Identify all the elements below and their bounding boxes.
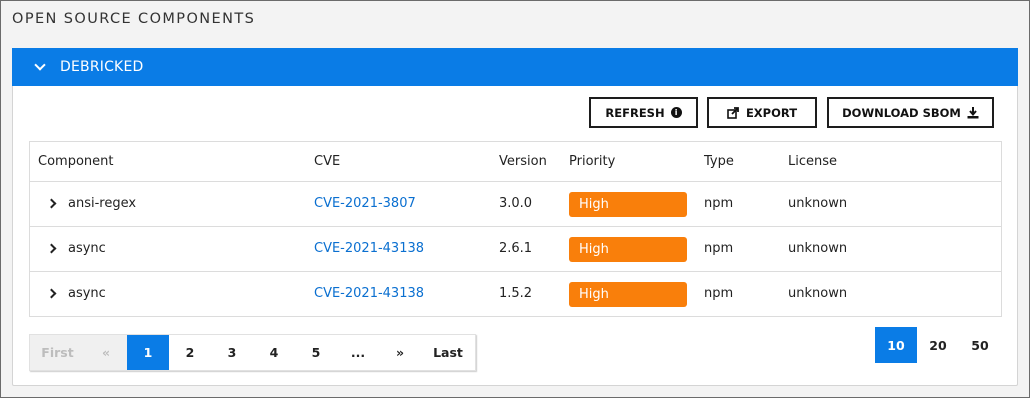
refresh-button[interactable]: REFRESH i — [589, 97, 698, 128]
license-value: unknown — [788, 286, 848, 301]
page-5[interactable]: 5 — [295, 335, 337, 370]
chevron-right-icon[interactable] — [46, 198, 57, 209]
page-last[interactable]: Last — [421, 335, 475, 370]
type-value: npm — [704, 286, 734, 301]
priority-badge: High — [569, 237, 687, 262]
page-3[interactable]: 3 — [211, 335, 253, 370]
header-type[interactable]: Type — [704, 154, 734, 169]
cve-link[interactable]: CVE-2021-3807 — [314, 196, 416, 211]
panel-header[interactable]: DEBRICKED — [12, 48, 1018, 86]
info-icon: i — [670, 107, 682, 118]
window-frame: OPEN SOURCE COMPONENTS DEBRICKED REFRESH… — [0, 0, 1030, 398]
chevron-right-icon[interactable] — [46, 288, 57, 299]
pagination: First « 1 2 3 4 5 ... » Last — [29, 334, 476, 371]
page-ellipsis[interactable]: ... — [337, 335, 379, 370]
type-value: npm — [704, 241, 734, 256]
page-4[interactable]: 4 — [253, 335, 295, 370]
components-table: Component CVE Version Priority Type Lice… — [29, 141, 1002, 317]
page-size-10[interactable]: 10 — [875, 327, 917, 363]
panel-title: DEBRICKED — [60, 59, 144, 75]
header-version[interactable]: Version — [499, 154, 547, 169]
header-component[interactable]: Component — [38, 154, 113, 169]
chevron-right-icon[interactable] — [46, 243, 57, 254]
page-1[interactable]: 1 — [127, 335, 169, 370]
priority-badge: High — [569, 192, 687, 217]
component-name: async — [68, 286, 106, 301]
priority-badge: High — [569, 282, 687, 307]
page-size-selector: 10 20 50 — [875, 327, 1001, 363]
download-label: DOWNLOAD SBOM — [842, 105, 961, 120]
version-value: 2.6.1 — [499, 241, 533, 256]
version-value: 3.0.0 — [499, 196, 533, 211]
type-value: npm — [704, 196, 734, 211]
debricked-panel: DEBRICKED REFRESH i EXPORT DOWNLOAD SBOM… — [12, 48, 1018, 386]
header-license[interactable]: License — [788, 154, 837, 169]
page-size-50[interactable]: 50 — [959, 327, 1001, 363]
refresh-label: REFRESH — [605, 105, 665, 120]
download-sbom-button[interactable]: DOWNLOAD SBOM — [827, 97, 994, 128]
page-title: OPEN SOURCE COMPONENTS — [12, 11, 256, 27]
component-name: async — [68, 241, 106, 256]
export-icon — [727, 106, 739, 119]
component-name: ansi-regex — [68, 196, 137, 211]
version-value: 1.5.2 — [499, 286, 533, 301]
table-row[interactable]: async CVE-2021-43138 1.5.2 High npm unkn… — [30, 271, 1001, 316]
page-2[interactable]: 2 — [169, 335, 211, 370]
download-icon — [967, 106, 979, 118]
page-first[interactable]: First — [30, 335, 85, 370]
header-priority[interactable]: Priority — [569, 154, 615, 169]
chevron-down-icon[interactable] — [34, 58, 46, 71]
cve-link[interactable]: CVE-2021-43138 — [314, 286, 424, 301]
cve-link[interactable]: CVE-2021-43138 — [314, 241, 424, 256]
license-value: unknown — [788, 241, 848, 256]
header-cve[interactable]: CVE — [314, 154, 340, 169]
page-size-20[interactable]: 20 — [917, 327, 959, 363]
table-row[interactable]: ansi-regex CVE-2021-3807 3.0.0 High npm … — [30, 181, 1001, 226]
page-prev[interactable]: « — [85, 335, 127, 370]
export-label: EXPORT — [745, 105, 798, 120]
table-row[interactable]: async CVE-2021-43138 2.6.1 High npm unkn… — [30, 226, 1001, 271]
license-value: unknown — [788, 196, 848, 211]
export-button[interactable]: EXPORT — [707, 97, 817, 128]
page-next[interactable]: » — [379, 335, 421, 370]
